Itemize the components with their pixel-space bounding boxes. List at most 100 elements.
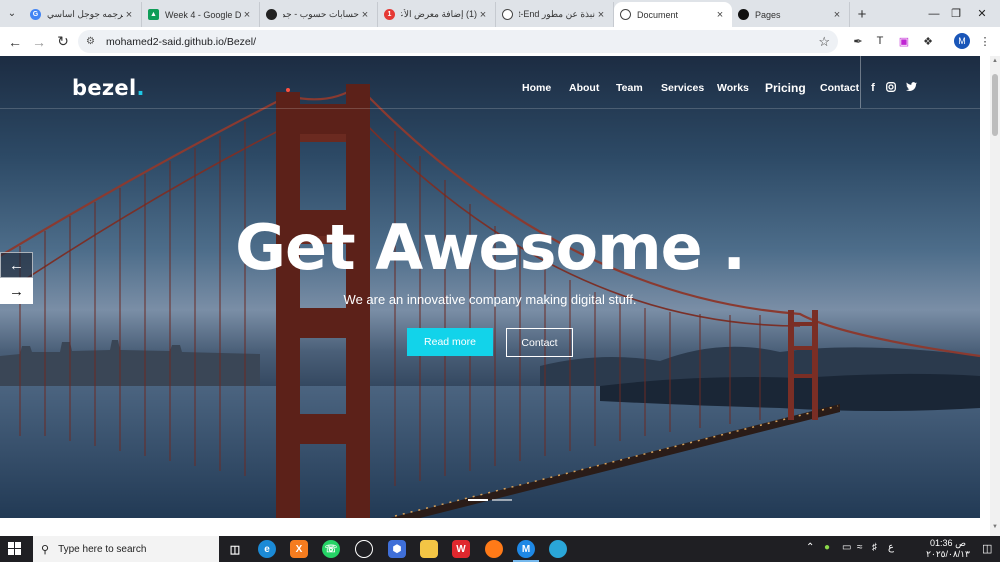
nav-services[interactable]: Services [661,82,704,94]
volume-icon[interactable]: ♯ [872,542,877,553]
nav-home[interactable]: Home [522,82,551,94]
wifi-icon[interactable]: ≈ [857,542,863,553]
instagram-icon[interactable] [885,82,897,95]
google-icon: G [30,9,41,20]
globe-icon [502,9,513,20]
windows-taskbar: ⚲ Type here to search ◫ e X ☏ ⬢ W M ⌃ ● … [0,536,1000,562]
contact-button[interactable]: Contact [506,328,573,357]
tab-title: Document [637,9,679,20]
hero-section: bezel. Home About Team Services Works Pr… [0,56,980,518]
extension-app-icon[interactable]: ▣ [894,31,914,51]
package-icon[interactable]: ⬢ [388,540,406,558]
wps-office-icon[interactable]: W [452,540,470,558]
close-tab-icon[interactable]: × [241,9,253,21]
tab-github-pages[interactable]: Pages × [732,2,850,27]
logo-text: bezel [72,76,137,100]
nav-works[interactable]: Works [717,82,749,94]
battery-icon[interactable]: ▭ [842,542,851,553]
profile-avatar[interactable]: M [952,31,972,51]
reload-icon[interactable]: ↻ [51,30,75,54]
page-viewport: bezel. Home About Team Services Works Pr… [0,56,990,536]
hero-title: Get Awesome . [235,211,746,284]
close-tab-icon[interactable]: × [595,9,607,21]
twitter-icon[interactable] [905,82,917,95]
tab-title: حسابات حسوب - جميع [283,9,359,19]
vscode-icon[interactable] [549,540,567,558]
file-explorer-icon[interactable] [420,540,438,558]
notification-icon: 1 [384,9,395,20]
browser-tab-strip: ⌄ G ترجمه جوجل اساسي - × ▲ Week 4 - Goog… [0,0,1000,27]
scrollbar-thumb[interactable] [992,74,998,136]
back-arrow-icon[interactable]: ← [3,30,27,54]
hero-subtitle: We are an innovative company making digi… [343,292,637,307]
app-tray-icon[interactable]: ● [824,542,830,553]
golden-gate-bridge-background [0,84,980,518]
nav-pricing[interactable]: Pricing [765,81,806,95]
slider-dot-1[interactable] [468,499,488,501]
read-more-button[interactable]: Read more [407,328,493,356]
logo-dot: . [136,76,145,100]
language-indicator[interactable]: ع [888,542,894,553]
tab-title: ترجمه جوجل اساسي - [47,9,123,19]
globe-icon [620,9,631,20]
url-text: mohamed2-said.github.io/Bezel/ [106,35,257,48]
tab-hsoub[interactable]: حسابات حسوب - جميع × [260,2,378,27]
clock-time: 01:36 ص [930,538,966,548]
close-tab-icon[interactable]: × [831,9,843,21]
bookmark-star-icon[interactable]: ☆ [818,34,830,50]
nav-about[interactable]: About [569,82,599,94]
edge-icon[interactable]: e [258,540,276,558]
more-menu-icon[interactable]: ⋮ [975,31,995,51]
xampp-icon[interactable]: X [290,540,308,558]
facebook-icon[interactable]: f [867,82,879,94]
show-hidden-icons-icon[interactable]: ⌃ [806,542,814,553]
extensions-puzzle-icon[interactable]: ❖ [918,31,938,51]
new-tab-button[interactable]: + [850,2,874,27]
site-settings-icon[interactable]: ⚙ [86,36,100,47]
hsoub-icon [266,9,277,20]
close-tab-icon[interactable]: × [477,9,489,21]
nav-contact[interactable]: Contact [820,82,859,94]
text-extension-icon[interactable]: T [870,31,890,51]
tab-title: Pages [755,9,781,20]
tab-frontend-bio[interactable]: نبذة عن مطور Front-End × [496,2,614,27]
close-tab-icon[interactable]: × [359,9,371,21]
close-tab-icon[interactable]: × [714,9,726,21]
tab-title: نبذة عن مطور Front-End [519,9,595,19]
whatsapp-icon[interactable]: ☏ [322,540,340,558]
windows-start-icon[interactable] [8,542,22,556]
taskbar-clock[interactable]: 01:36 ص ٢٠٢٥/٠٨/١٣ [922,538,974,560]
tab-title: (1) إضافة معرض الأعمال [401,9,477,19]
tab-title: Week 4 - Google Drive [165,9,241,20]
eyedropper-extension-icon[interactable]: ✒ [848,31,868,51]
tab-search-chevron-icon[interactable]: ⌄ [0,0,24,27]
page-scrollbar[interactable]: ▲ ▼ [990,56,1000,536]
clock-date: ٢٠٢٥/٠٨/١٣ [926,549,970,559]
site-logo[interactable]: bezel. [72,76,145,100]
task-view-icon[interactable]: ◫ [226,540,244,558]
avatar-initial: M [954,33,970,49]
tab-portfolio[interactable]: 1 (1) إضافة معرض الأعمال × [378,2,496,27]
scroll-up-icon[interactable]: ▲ [990,58,1000,64]
tab-google-translate[interactable]: G ترجمه جوجل اساسي - × [24,2,142,27]
github-icon [738,9,749,20]
clock-app-icon[interactable] [355,540,373,558]
forward-arrow-icon[interactable]: → [27,30,51,54]
notification-center-icon[interactable]: ◫ [982,542,992,555]
firefox-icon[interactable] [485,540,503,558]
chrome-icon[interactable]: M [517,540,535,558]
nav-team[interactable]: Team [616,82,643,94]
taskbar-search-box[interactable]: ⚲ Type here to search [33,536,219,562]
slider-dot-2[interactable] [492,499,512,501]
slider-prev-arrow-icon[interactable]: ← [0,252,33,278]
search-icon: ⚲ [41,543,50,556]
tab-google-drive[interactable]: ▲ Week 4 - Google Drive × [142,2,260,27]
address-bar[interactable]: ⚙ mohamed2-said.github.io/Bezel/ ☆ [78,30,838,53]
slider-next-arrow-icon[interactable]: → [0,278,33,304]
search-placeholder: Type here to search [58,543,147,555]
tab-document[interactable]: Document × [614,2,732,27]
close-tab-icon[interactable]: × [123,9,135,21]
scroll-down-icon[interactable]: ▼ [990,524,1000,530]
close-window-icon[interactable]: ✕ [960,0,1000,27]
google-drive-icon: ▲ [148,9,159,20]
